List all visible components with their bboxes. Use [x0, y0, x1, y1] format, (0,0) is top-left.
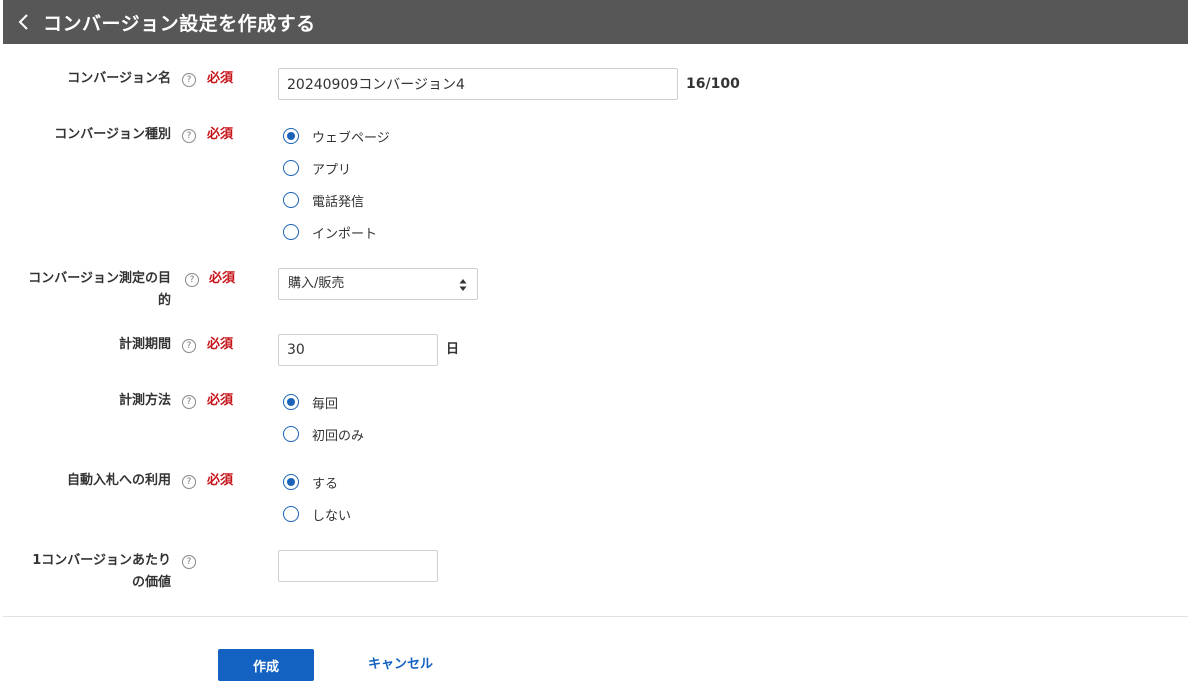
required-badge: 必須: [207, 127, 234, 142]
radio-label: アプリ: [312, 162, 352, 178]
radio-button[interactable]: [283, 506, 299, 522]
radio-button[interactable]: [283, 192, 299, 208]
required-badge: 必須: [207, 337, 234, 352]
purpose-label: コンバージョン測定の目 的: [0, 268, 171, 312]
radio-label: 毎回: [312, 396, 339, 412]
purpose-label-line1: コンバージョン測定の目: [28, 271, 171, 286]
radio-type-import[interactable]: インポート: [283, 222, 377, 242]
footer-divider: [3, 616, 1188, 617]
radio-label: する: [312, 476, 339, 492]
required-badge: 必須: [207, 393, 234, 408]
cancel-link[interactable]: キャンセル: [368, 649, 433, 681]
radio-label: 初回のみ: [312, 428, 365, 444]
page-header: コンバージョン設定を作成する: [3, 0, 1188, 44]
radio-button[interactable]: [283, 224, 299, 240]
required-badge: 必須: [207, 71, 234, 86]
radio-type-webpage[interactable]: ウェブページ: [283, 126, 390, 146]
help-icon[interactable]: ?: [182, 395, 196, 409]
radio-label: しない: [312, 508, 352, 524]
create-button[interactable]: 作成: [218, 649, 314, 681]
purpose-selected-value: 購入/販売: [288, 276, 345, 291]
back-button[interactable]: [3, 0, 43, 44]
radio-button[interactable]: [283, 474, 299, 490]
value-label-line1: 1コンバージョンあたり: [32, 553, 171, 568]
radio-button[interactable]: [283, 426, 299, 442]
radio-auto-bid-yes[interactable]: する: [283, 472, 338, 492]
help-icon[interactable]: ?: [185, 273, 199, 287]
required-badge: 必須: [207, 473, 234, 488]
radio-button[interactable]: [283, 128, 299, 144]
conversion-name-input[interactable]: [278, 68, 678, 100]
radio-type-app[interactable]: アプリ: [283, 158, 351, 178]
radio-method-first[interactable]: 初回のみ: [283, 424, 364, 444]
radio-type-phone[interactable]: 電話発信: [283, 190, 364, 210]
method-label: 計測方法: [118, 393, 171, 408]
help-icon[interactable]: ?: [182, 73, 196, 87]
chevron-left-icon: [18, 14, 28, 30]
period-label: 計測期間: [118, 337, 171, 352]
radio-method-every[interactable]: 毎回: [283, 392, 338, 412]
type-label: コンバージョン種別: [54, 127, 171, 142]
radio-button[interactable]: [283, 394, 299, 410]
radio-button[interactable]: [283, 160, 299, 176]
name-label: コンバージョン名: [67, 71, 171, 86]
purpose-label-line2: 的: [157, 293, 171, 308]
auto-bid-label: 自動入札への利用: [66, 473, 171, 488]
value-per-conversion-label: 1コンバージョンあたり の価値: [0, 550, 171, 594]
purpose-select[interactable]: 購入/販売: [278, 268, 478, 300]
help-icon[interactable]: ?: [182, 129, 196, 143]
name-char-counter: 16/100: [686, 76, 740, 92]
sort-arrows-icon: [459, 279, 467, 291]
radio-label: インポート: [312, 226, 378, 242]
radio-label: ウェブページ: [312, 130, 390, 146]
page-title: コンバージョン設定を作成する: [43, 12, 316, 35]
period-input[interactable]: [278, 334, 438, 366]
help-icon[interactable]: ?: [182, 339, 196, 353]
help-icon[interactable]: ?: [182, 555, 196, 569]
period-unit: 日: [446, 342, 460, 357]
required-badge: 必須: [209, 271, 236, 286]
radio-auto-bid-no[interactable]: しない: [283, 504, 351, 524]
value-label-line2: の価値: [131, 575, 171, 590]
value-per-conversion-input[interactable]: [278, 550, 438, 582]
help-icon[interactable]: ?: [182, 475, 196, 489]
radio-label: 電話発信: [312, 194, 365, 210]
